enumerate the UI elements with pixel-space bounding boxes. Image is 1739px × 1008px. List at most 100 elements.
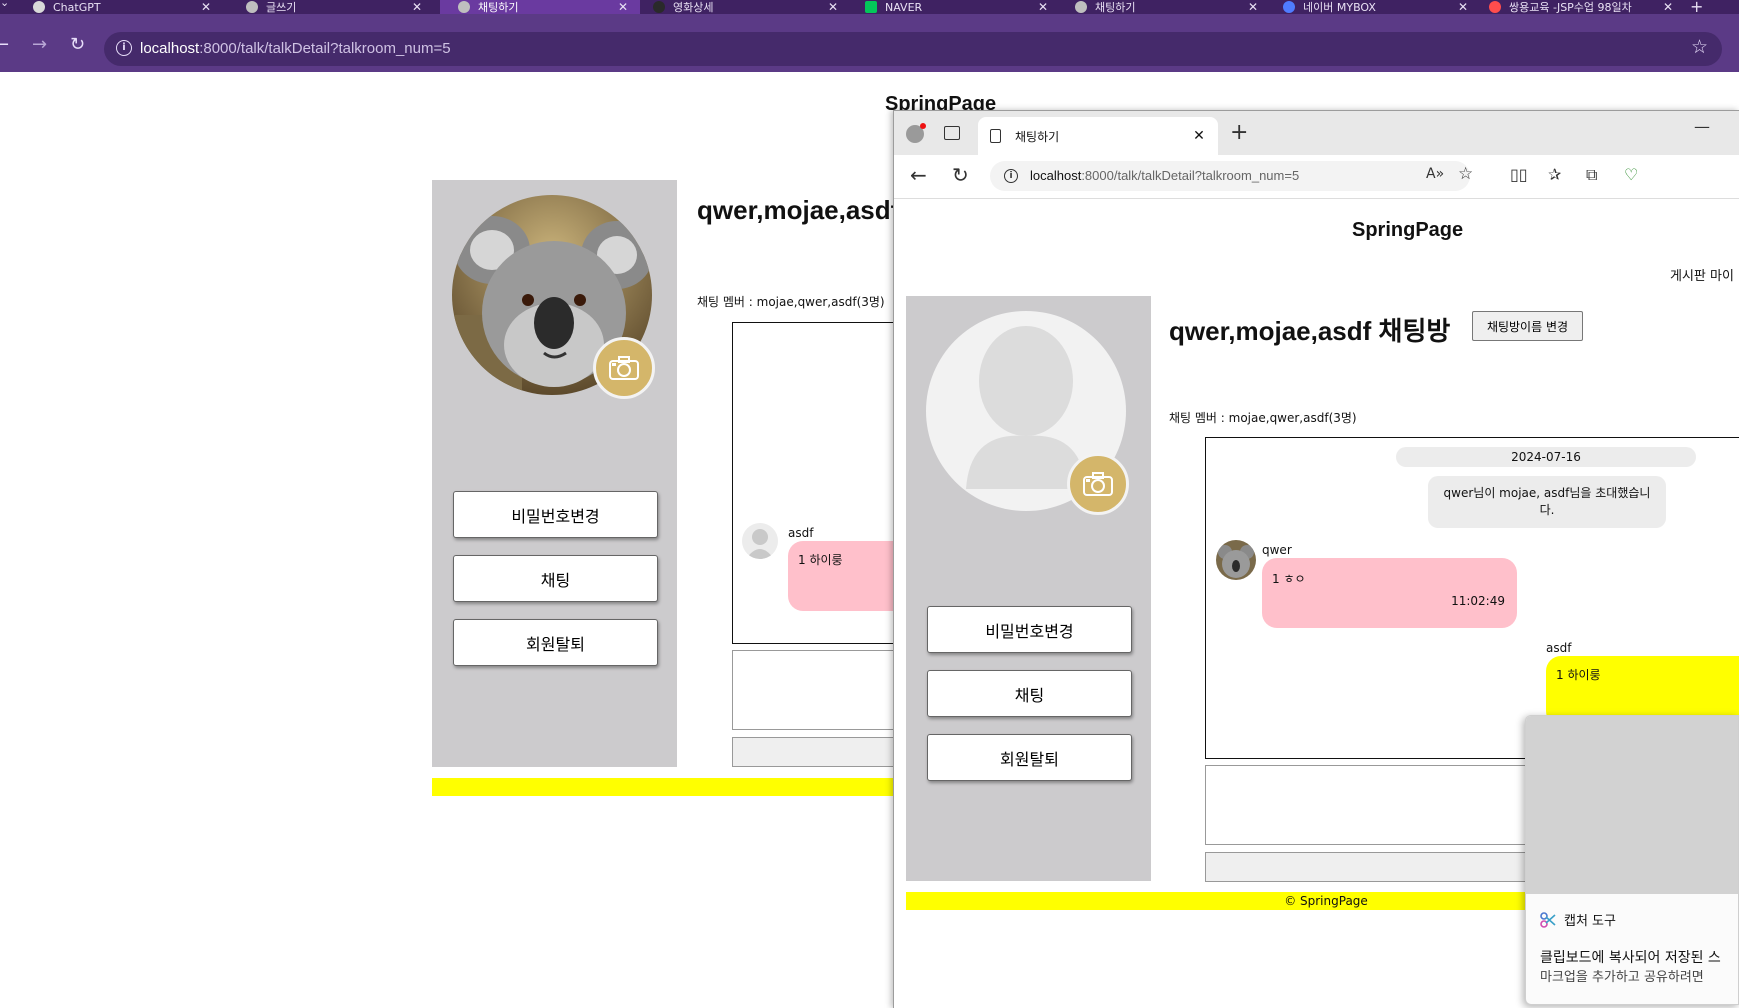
message-text: 1 하이룽 (798, 553, 843, 567)
tab-close-icon[interactable]: ✕ (1661, 0, 1675, 14)
collections-icon[interactable]: ⧉ (1586, 165, 1597, 185)
tab-close-icon[interactable]: ✕ (1456, 0, 1470, 14)
camera-icon (1083, 472, 1113, 496)
tab-mybox[interactable]: 네이버 MYBOX ✕ (1275, 0, 1480, 14)
tab-title: NAVER (885, 0, 923, 14)
tab-title: 네이버 MYBOX (1303, 1, 1376, 14)
url-path: :8000/talk/talkDetail?talkroom_num=5 (199, 40, 451, 57)
url-host: localhost (1030, 168, 1082, 183)
tab-ssangyong[interactable]: 쌍용교육 -JSP수업 98일차 ✕ (1485, 0, 1685, 14)
movie-favicon-icon (653, 1, 665, 13)
tab-close-icon[interactable]: ✕ (410, 0, 424, 14)
chat-message-area[interactable]: asdf 1 하이룽 (732, 322, 902, 644)
url-path: :8000/talk/talkDetail?talkroom_num=5 (1081, 168, 1300, 183)
site-info-icon[interactable]: i (1004, 169, 1018, 183)
message-bubble: 1 ㅎㅇ 11:02:49 (1262, 558, 1517, 628)
withdraw-button[interactable]: 회원탈퇴 (453, 619, 658, 666)
notification-app-header: 캡처 도구 (1540, 910, 1616, 929)
minimize-window-button[interactable]: — (1694, 117, 1710, 136)
profile-sidebar: 비밀번호변경 채팅 회원탈퇴 (906, 296, 1151, 881)
rename-room-button[interactable]: 채팅방이름 변경 (1472, 311, 1583, 341)
camera-icon (609, 356, 639, 380)
date-badge: 2024-07-16 (1396, 447, 1696, 467)
edge-toolbar: ← ↻ i localhost:8000/talk/talkDetail?tal… (894, 155, 1739, 199)
sender-avatar (1216, 540, 1256, 580)
tab-chatgpt[interactable]: ChatGPT ✕ (5, 0, 223, 14)
tab-chat-2[interactable]: 채팅하기 ✕ (1065, 0, 1270, 14)
chat-members: 채팅 멤버 : mojae,qwer,asdf(3명) (697, 295, 885, 309)
globe-favicon-icon (1075, 1, 1087, 13)
message-text: 1 ㅎㅇ (1272, 572, 1306, 586)
address-bar[interactable]: i localhost:8000/talk/talkDetail?talkroo… (104, 32, 1722, 66)
tab-write[interactable]: 글쓰기 ✕ (228, 0, 434, 14)
chrome-tab-strip: ⌄ ChatGPT ✕ 글쓰기 ✕ 채팅하기 ✕ 영화상세 ✕ NAVER ✕ … (0, 0, 1739, 14)
forward-arrow-icon[interactable]: → (32, 34, 47, 55)
read-aloud-icon[interactable]: A» (1426, 166, 1444, 182)
chat-button[interactable]: 채팅 (927, 670, 1132, 717)
camera-upload-button[interactable] (593, 337, 655, 399)
change-password-button[interactable]: 비밀번호변경 (927, 606, 1132, 653)
browser-essentials-icon[interactable]: ♡ (1624, 165, 1638, 184)
withdraw-button[interactable]: 회원탈퇴 (927, 734, 1132, 781)
sender-avatar (742, 523, 778, 559)
default-user-icon (746, 529, 774, 559)
new-tab-button[interactable]: + (1690, 0, 1703, 14)
edge-address-url[interactable]: localhost:8000/talk/talkDetail?talkroom_… (1030, 168, 1299, 183)
camera-upload-button[interactable] (1067, 453, 1129, 515)
back-arrow-icon[interactable]: ← (0, 34, 9, 55)
send-button[interactable] (732, 737, 902, 767)
favorite-star-icon[interactable]: ☆ (1458, 164, 1473, 184)
site-title[interactable]: SpringPage (1352, 219, 1463, 242)
tab-title: 채팅하기 (1095, 1, 1136, 14)
edge-tab-chat[interactable]: 채팅하기 ✕ (978, 117, 1218, 155)
footer-bar (432, 778, 902, 796)
notification-subtext: 마크업을 추가하고 공유하려면 (1540, 970, 1704, 985)
tab-close-icon[interactable]: ✕ (199, 0, 213, 14)
star-icon[interactable]: ☆ (1691, 36, 1708, 58)
tab-title: 쌍용교육 -JSP수업 98일차 (1509, 1, 1632, 14)
message-text: 1 하이룽 (1556, 668, 1601, 682)
naver-favicon-icon (865, 1, 877, 13)
split-screen-icon[interactable]: ▯▯ (1510, 165, 1528, 184)
tab-naver[interactable]: NAVER ✕ (855, 0, 1060, 14)
snipping-tool-notification[interactable]: 캡처 도구 클립보드에 복사되어 저장된 스 마크업을 추가하고 공유하려면 (1525, 715, 1739, 1005)
mybox-favicon-icon (1283, 1, 1295, 13)
back-arrow-icon[interactable]: ← (910, 163, 927, 187)
globe-favicon-icon (458, 1, 470, 13)
edge-address-bar[interactable]: i localhost:8000/talk/talkDetail?talkroo… (990, 161, 1473, 191)
favorites-icon[interactable]: ✰ (1548, 165, 1561, 184)
edge-tab-title: 채팅하기 (1015, 129, 1060, 144)
chat-button[interactable]: 채팅 (453, 555, 658, 602)
message-sender: asdf (788, 526, 814, 540)
capture-preview[interactable] (1526, 716, 1738, 894)
system-message: qwer님이 mojae, asdf님을 초대했습니 다. (1428, 476, 1666, 528)
edge-tab-close-icon[interactable]: ✕ (1190, 128, 1208, 144)
notification-dot (920, 123, 926, 129)
address-url[interactable]: localhost:8000/talk/talkDetail?talkroom_… (140, 40, 451, 57)
chat-room-title: qwer,mojae,asdf 채팅방 (1169, 316, 1451, 346)
message-input[interactable] (732, 650, 902, 730)
page-document-icon (990, 129, 1001, 143)
system-message-line: 다. (1539, 503, 1555, 517)
change-password-button[interactable]: 비밀번호변경 (453, 491, 658, 538)
chat-room-title: qwer,mojae,asdf (697, 195, 900, 225)
top-nav-links[interactable]: 게시판 마이 (1670, 265, 1734, 284)
system-message-line: qwer님이 mojae, asdf님을 초대했습니 (1443, 486, 1651, 500)
chat-message-area[interactable]: 2024-07-16 qwer님이 mojae, asdf님을 초대했습니 다.… (1205, 437, 1739, 759)
edge-new-tab-button[interactable]: + (1230, 120, 1248, 145)
tab-close-icon[interactable]: ✕ (616, 0, 630, 14)
tab-chat-active[interactable]: 채팅하기 ✕ (440, 0, 640, 14)
tab-close-icon[interactable]: ✕ (1036, 0, 1050, 14)
koala-thumbnail (1218, 545, 1254, 578)
site-info-icon[interactable]: i (116, 40, 132, 56)
tab-actions-icon[interactable] (944, 126, 960, 140)
globe-favicon-icon (246, 1, 258, 13)
tab-title: 글쓰기 (266, 1, 297, 14)
reload-icon[interactable]: ↻ (70, 34, 85, 55)
url-host: localhost (140, 40, 200, 57)
tab-title: ChatGPT (53, 0, 101, 14)
tab-movie-detail[interactable]: 영화상세 ✕ (645, 0, 850, 14)
tab-close-icon[interactable]: ✕ (1246, 0, 1260, 14)
tab-close-icon[interactable]: ✕ (826, 0, 840, 14)
reload-icon[interactable]: ↻ (952, 163, 969, 187)
